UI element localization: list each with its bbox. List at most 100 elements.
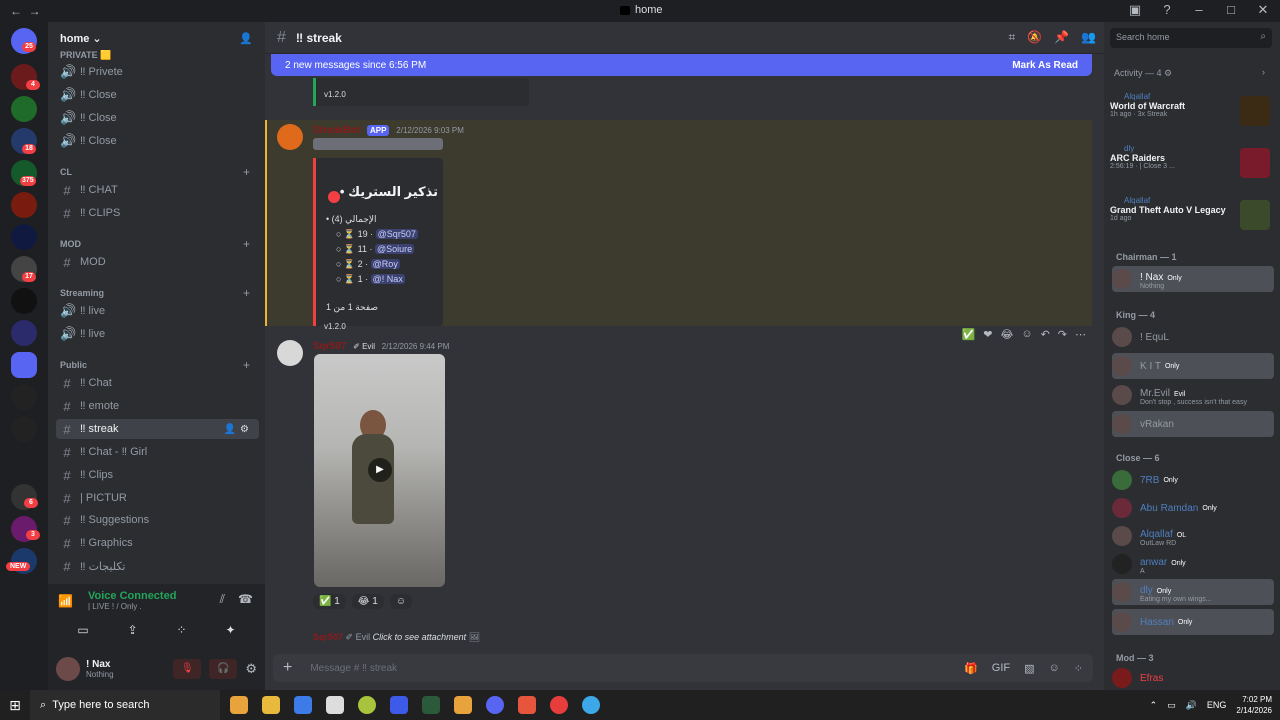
reply-preview[interactable]: Sqr507 ✐ Evil Click to see attachment 🖼 bbox=[313, 632, 480, 643]
inbox-icon[interactable]: ▣ bbox=[1126, 2, 1144, 18]
activity-card[interactable]: dly ARC Raiders 2:56:19 · | Close 3 ... bbox=[1110, 144, 1274, 188]
screen-share-icon[interactable]: ⇪ bbox=[128, 623, 138, 637]
add-channel-icon[interactable]: + bbox=[243, 286, 250, 300]
emoji-icon[interactable]: ☺ bbox=[1049, 662, 1060, 675]
language-indicator[interactable]: ENG bbox=[1207, 700, 1227, 710]
sticker-icon[interactable]: ▧ bbox=[1024, 662, 1034, 675]
activity-header[interactable]: Activity — 4 ⚙ › bbox=[1114, 67, 1265, 79]
windows-start-icon[interactable]: ⊞ bbox=[0, 697, 30, 714]
server-icon[interactable] bbox=[11, 384, 37, 410]
check-reaction-icon[interactable]: ✅ bbox=[962, 328, 976, 341]
laugh-reaction-icon[interactable]: 😂 bbox=[1000, 328, 1013, 341]
member-item[interactable]: Efras bbox=[1112, 665, 1274, 691]
channel-item[interactable]: # ‼ Clips bbox=[56, 465, 259, 485]
channel-item[interactable]: 🔊 ‼ Close bbox=[56, 108, 259, 128]
message-input[interactable]: Message # ‼ streak bbox=[310, 663, 397, 674]
pin-icon[interactable]: 📌 bbox=[1054, 30, 1069, 45]
member-item[interactable]: Abu Ramdan Only bbox=[1112, 495, 1274, 521]
member-item[interactable]: dly Only Eating my own wings... bbox=[1112, 579, 1274, 605]
channel-item[interactable]: # ‼ Graphics bbox=[56, 533, 259, 553]
channel-item[interactable]: # MOD bbox=[56, 252, 259, 272]
channel-item[interactable]: 🔊 ‼ live bbox=[56, 301, 259, 321]
minimize-button[interactable]: – bbox=[1190, 2, 1208, 18]
category-public[interactable]: Public + bbox=[60, 358, 250, 372]
avatar[interactable] bbox=[56, 657, 80, 681]
mark-as-read-button[interactable]: Mark As Read bbox=[1012, 60, 1078, 71]
member-item[interactable]: ! EquL bbox=[1112, 324, 1274, 350]
voice-status[interactable]: Voice Connected bbox=[58, 590, 255, 602]
notifications-icon[interactable]: 🔕 bbox=[1027, 30, 1042, 45]
channel-item[interactable]: 🔊 ‼ Privete bbox=[56, 62, 259, 82]
back-arrow-icon[interactable]: ← → bbox=[10, 4, 41, 18]
chevron-right-icon[interactable]: › bbox=[1262, 67, 1265, 77]
channel-item[interactable]: # ‼ CHAT bbox=[56, 180, 259, 200]
store-icon[interactable] bbox=[294, 696, 312, 714]
reaction-chip[interactable]: ✅ 1 bbox=[313, 594, 346, 609]
reaction-chip[interactable]: 😂 1 bbox=[351, 594, 384, 609]
member-item[interactable]: anwar Only A bbox=[1112, 551, 1274, 577]
network-icon[interactable]: ▭ bbox=[1167, 700, 1176, 711]
deafen-icon[interactable]: 🎧 bbox=[209, 659, 238, 679]
server-folder-icon[interactable] bbox=[11, 352, 37, 378]
gif-icon[interactable]: GIF bbox=[992, 662, 1010, 675]
category-mod[interactable]: MOD + bbox=[60, 237, 250, 251]
chevron-up-icon[interactable]: ⌃ bbox=[1150, 700, 1158, 711]
add-user-icon[interactable]: 👤 bbox=[239, 32, 253, 45]
camera-off-icon[interactable]: ▭ bbox=[77, 623, 88, 637]
activity-card[interactable]: Alqallaf World of Warcraft 1h ago · 3x S… bbox=[1110, 92, 1274, 136]
category-cl[interactable]: CL + bbox=[60, 165, 250, 179]
channel-item[interactable]: # | PICTUR bbox=[56, 488, 259, 508]
close-button[interactable]: ✕ bbox=[1254, 2, 1272, 18]
threads-icon[interactable]: ⌗ bbox=[1008, 30, 1015, 45]
server-icon[interactable] bbox=[11, 192, 37, 218]
heart-reaction-icon[interactable]: ❤ bbox=[983, 328, 992, 341]
search-input[interactable]: Search home ⌕ bbox=[1110, 28, 1272, 48]
activities-icon[interactable]: ⁘ bbox=[177, 623, 187, 637]
member-item[interactable]: K I T Only bbox=[1112, 353, 1274, 379]
server-icon[interactable] bbox=[11, 320, 37, 346]
member-item[interactable]: Mr.Evil Evil Don't stop , success isn't th… bbox=[1112, 382, 1274, 408]
edge-icon[interactable] bbox=[582, 696, 600, 714]
member-item[interactable]: 7RB Only bbox=[1112, 467, 1274, 493]
play-icon[interactable]: ▶ bbox=[368, 458, 392, 482]
gift-icon[interactable]: 🎁 bbox=[964, 662, 978, 675]
server-icon[interactable] bbox=[11, 416, 37, 442]
channel-item[interactable]: # ‼ Chat - ‼ Girl bbox=[56, 442, 259, 462]
noise-suppression-icon[interactable]: ⫽ bbox=[220, 592, 225, 607]
discord-icon[interactable] bbox=[486, 696, 504, 714]
add-reaction-icon[interactable]: ☺ bbox=[389, 594, 413, 609]
app-icon[interactable] bbox=[358, 696, 376, 714]
server-icon[interactable] bbox=[11, 96, 37, 122]
channel-item-active[interactable]: # ‼ streak 👤⚙ bbox=[56, 419, 259, 439]
file-explorer-icon[interactable] bbox=[262, 696, 280, 714]
add-reaction-icon[interactable]: ☺ bbox=[1021, 328, 1032, 341]
member-item[interactable]: Alqallaf OL OutLaw RD bbox=[1112, 523, 1274, 549]
gear-icon[interactable]: ⚙ bbox=[245, 659, 257, 679]
channel-item[interactable]: # ‼ CLIPS bbox=[56, 203, 259, 223]
member-item[interactable]: vRakan bbox=[1112, 411, 1274, 437]
avatar[interactable] bbox=[277, 124, 303, 150]
attach-icon[interactable]: + bbox=[283, 659, 292, 677]
mail-icon[interactable] bbox=[326, 696, 344, 714]
spoiler-block[interactable] bbox=[313, 138, 443, 150]
member-list-icon[interactable]: 👥 bbox=[1081, 30, 1096, 45]
message-author[interactable]: Sqr507 ✐ Evil 2/12/2026 9:44 PM bbox=[313, 341, 449, 352]
more-icon[interactable]: ⋯ bbox=[1075, 328, 1086, 341]
category-private[interactable]: PRIVATE 🟨 bbox=[60, 50, 111, 61]
channel-item[interactable]: 🔊 ‼ live bbox=[56, 324, 259, 344]
avatar[interactable] bbox=[277, 340, 303, 366]
soundboard-icon[interactable]: ✦ bbox=[225, 623, 235, 637]
chrome-icon[interactable] bbox=[230, 696, 248, 714]
video-attachment[interactable]: ▶ bbox=[314, 354, 445, 587]
maximize-button[interactable]: □ bbox=[1222, 2, 1240, 18]
clock[interactable]: 7:02 PM 2/14/2026 bbox=[1236, 694, 1272, 716]
channel-settings-icon[interactable]: 👤⚙ bbox=[224, 424, 253, 435]
volume-icon[interactable]: 🔊 bbox=[1186, 700, 1197, 711]
add-channel-icon[interactable]: + bbox=[243, 237, 250, 251]
app-icon[interactable] bbox=[390, 696, 408, 714]
forward-icon[interactable]: ↷ bbox=[1058, 328, 1067, 341]
taskbar-search[interactable]: ⌕ Type here to search bbox=[30, 690, 220, 720]
channel-item[interactable]: 🔊 ‼ Close bbox=[56, 131, 259, 151]
apps-icon[interactable]: ⁘ bbox=[1074, 662, 1083, 675]
excel-icon[interactable] bbox=[422, 696, 440, 714]
